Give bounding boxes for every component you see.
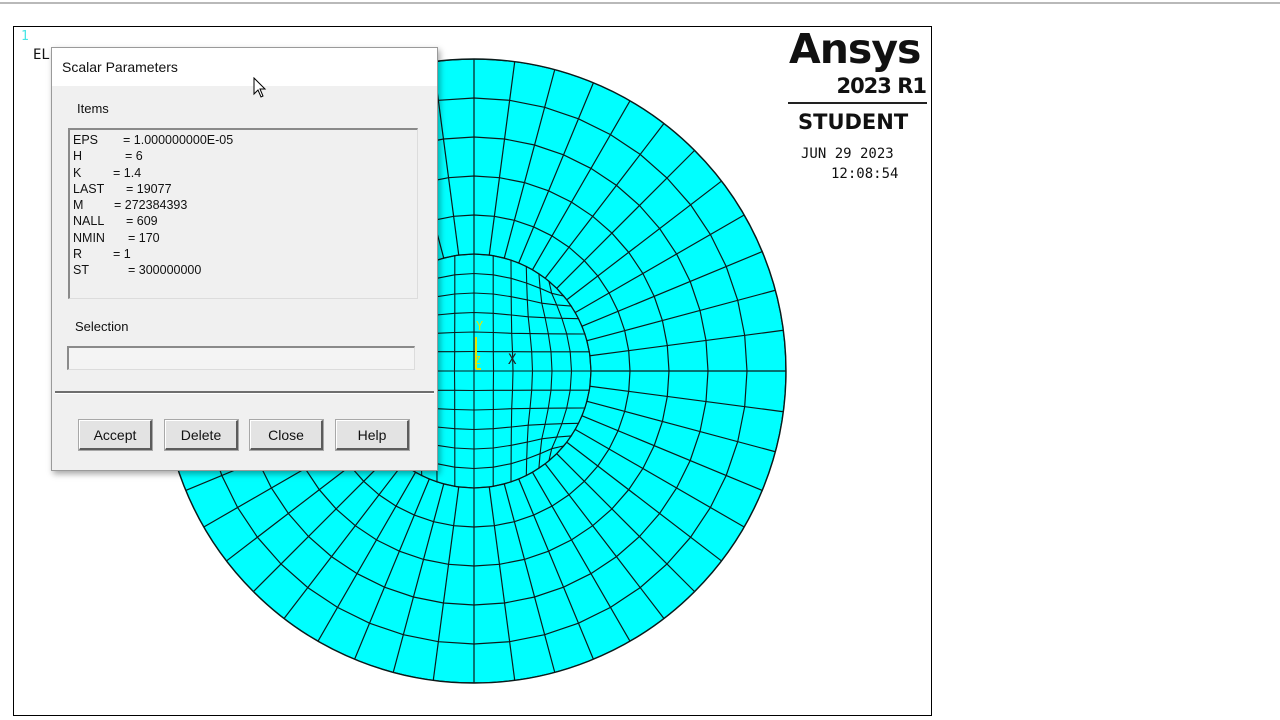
delete-button[interactable]: Delete <box>164 419 239 451</box>
list-item[interactable]: LAST = 19077 <box>73 181 417 197</box>
list-item[interactable]: NALL = 609 <box>73 213 417 229</box>
plot-time: 12:08:54 <box>831 166 899 182</box>
list-item[interactable]: ST = 300000000 <box>73 262 417 278</box>
axis-y-label: Y <box>476 319 484 333</box>
list-item[interactable]: EPS = 1.000000000E-05 <box>73 132 417 148</box>
param-name: NALL <box>73 214 105 229</box>
list-item[interactable]: K = 1.4 <box>73 165 417 181</box>
items-label: Items <box>77 101 109 116</box>
param-name: LAST <box>73 181 105 196</box>
items-list[interactable]: EPS = 1.000000000E-05 H = 6 K = 1.4 LAST = 1… <box>68 128 418 299</box>
param-value: = 1.000000000E-05 <box>123 133 234 147</box>
edition-label: STUDENT <box>798 110 909 134</box>
list-item[interactable]: R = 1 <box>73 246 417 262</box>
axis-z-label: Z <box>474 354 481 367</box>
ansys-logo: Ansys <box>789 26 921 73</box>
selection-label: Selection <box>75 319 129 334</box>
dialog-divider <box>55 391 434 394</box>
close-button[interactable]: Close <box>249 419 324 451</box>
param-name: H <box>73 149 83 164</box>
mouse-cursor-icon <box>253 77 267 98</box>
dialog-titlebar[interactable]: Scalar Parameters <box>52 48 437 86</box>
help-button[interactable]: Help <box>335 419 410 451</box>
param-name: NMIN <box>73 230 105 245</box>
param-name: M <box>73 198 84 212</box>
axis-x-label: X <box>508 352 517 368</box>
dialog-title: Scalar Parameters <box>62 59 178 75</box>
param-name: K <box>73 165 82 180</box>
top-border <box>0 0 1280 5</box>
param-name: EPS <box>73 133 99 147</box>
selection-input[interactable] <box>67 346 415 370</box>
plot-date: JUN 29 2023 <box>801 146 894 162</box>
param-value: = 19077 <box>126 181 172 196</box>
param-value: = 300000000 <box>128 263 202 277</box>
version-label: 2023 R1 <box>836 74 927 98</box>
window-number: 1 <box>21 29 29 44</box>
accept-button[interactable]: Accept <box>78 419 153 451</box>
plot-label: EL <box>33 47 50 63</box>
list-item[interactable]: M = 272384393 <box>73 197 417 213</box>
list-item[interactable]: NMIN = 170 <box>73 230 417 246</box>
param-name: R <box>73 246 83 261</box>
param-value: = 170 <box>128 230 160 245</box>
param-value: = 272384393 <box>114 198 188 212</box>
scalar-parameters-dialog[interactable]: Scalar Parameters Items EPS = 1.000000000… <box>51 47 438 471</box>
logo-divider <box>788 102 927 104</box>
param-name: ST <box>73 263 89 277</box>
param-value: = 6 <box>125 149 143 164</box>
list-item[interactable]: H = 6 <box>73 148 417 164</box>
param-value: = 1 <box>113 246 131 261</box>
param-value: = 609 <box>126 214 158 229</box>
param-value: = 1.4 <box>113 165 142 180</box>
